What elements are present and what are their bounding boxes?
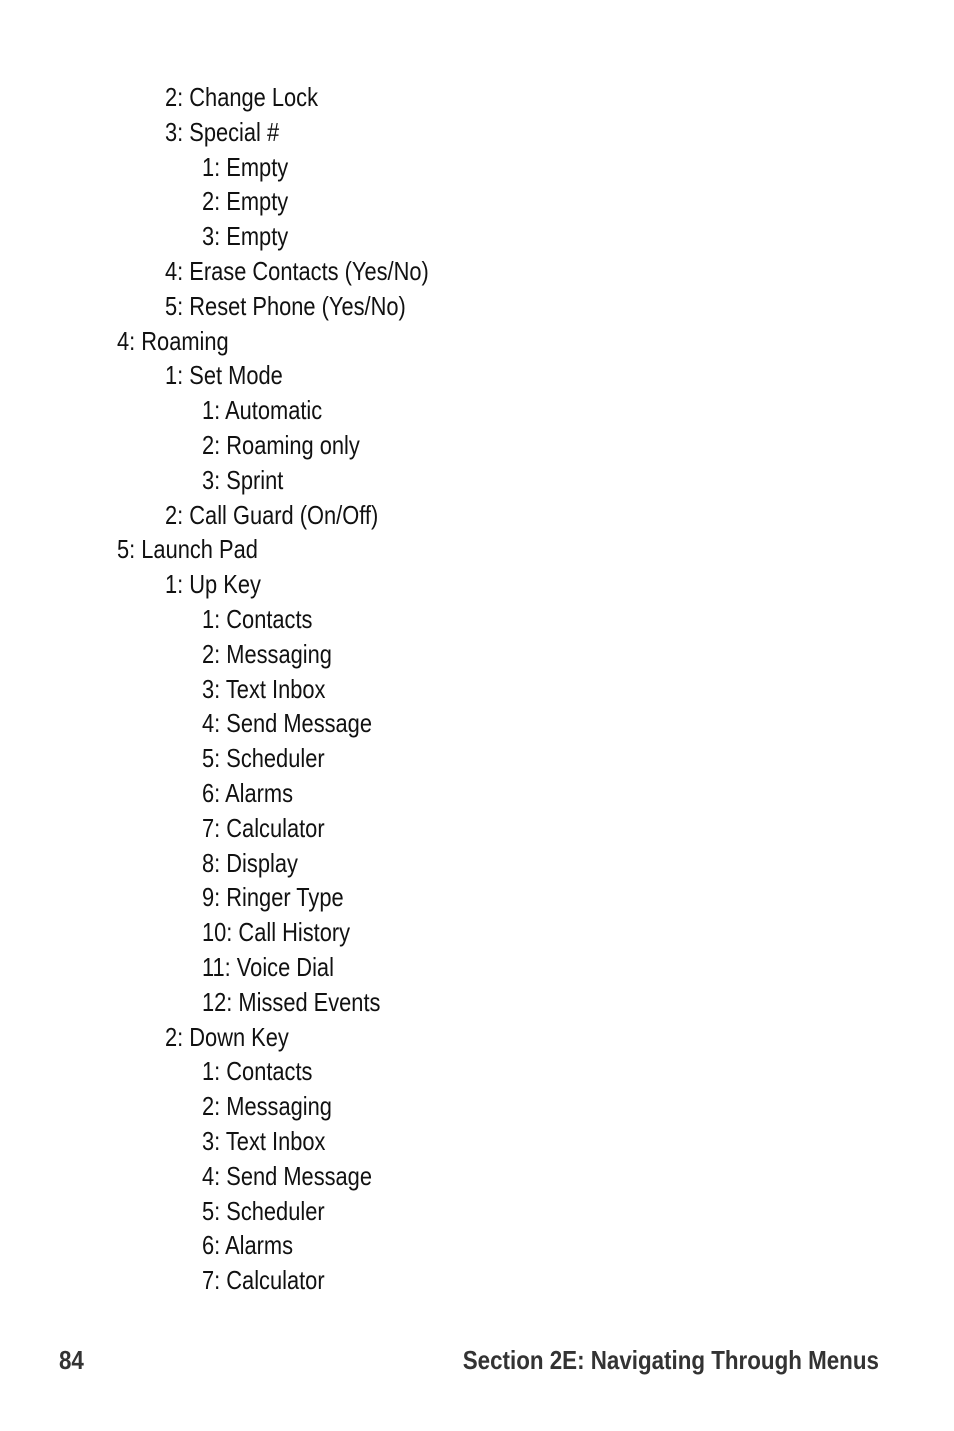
menu-item-label: 9: Ringer Type xyxy=(202,882,344,913)
menu-item-level-3: 9: Ringer Type xyxy=(0,880,954,915)
menu-item-label: 2: Call Guard (On/Off) xyxy=(165,499,379,530)
menu-item-label: 3: Text Inbox xyxy=(202,1125,326,1156)
menu-item-level-2: 4: Erase Contacts (Yes/No) xyxy=(0,254,954,289)
menu-item-level-3: 4: Send Message xyxy=(0,706,954,741)
menu-item-level-3: 2: Messaging xyxy=(0,1089,954,1124)
menu-item-level-3: 1: Automatic xyxy=(0,393,954,428)
menu-item-level-3: 11: Voice Dial xyxy=(0,950,954,985)
menu-item-label: 11: Voice Dial xyxy=(202,951,334,982)
menu-item-label: 7: Calculator xyxy=(202,1265,325,1296)
menu-item-label: 4: Send Message xyxy=(202,1160,372,1191)
menu-item-level-3: 12: Missed Events xyxy=(0,985,954,1020)
menu-item-level-3: 3: Sprint xyxy=(0,463,954,498)
menu-item-level-3: 10: Call History xyxy=(0,915,954,950)
menu-item-level-3: 1: Contacts xyxy=(0,1054,954,1089)
menu-item-label: 8: Display xyxy=(202,847,298,878)
menu-tree-list: 2: Change Lock 3: Special # 1: Empty 2: Emp… xyxy=(0,80,954,1298)
menu-item-label: 10: Call History xyxy=(202,917,351,948)
menu-item-label: 6: Alarms xyxy=(202,777,294,808)
menu-item-label: 4: Erase Contacts (Yes/No) xyxy=(165,255,429,286)
menu-item-label: 4: Roaming xyxy=(117,325,229,356)
menu-item-label: 2: Messaging xyxy=(202,1091,332,1122)
menu-item-level-3: 4: Send Message xyxy=(0,1159,954,1194)
menu-item-level-3: 3: Empty xyxy=(0,219,954,254)
menu-item-label: 1: Automatic xyxy=(202,395,323,426)
menu-item-label: 3: Sprint xyxy=(202,464,284,495)
menu-item-level-3: 5: Scheduler xyxy=(0,1194,954,1229)
menu-item-level-3: 7: Calculator xyxy=(0,1263,954,1298)
page-footer: 84 Section 2E: Navigating Through Menus xyxy=(0,1340,954,1380)
menu-item-level-3: 3: Text Inbox xyxy=(0,1124,954,1159)
menu-item-level-3: 1: Contacts xyxy=(0,602,954,637)
menu-item-label: 7: Calculator xyxy=(202,812,325,843)
section-title: Section 2E: Navigating Through Menus xyxy=(462,1345,879,1375)
menu-item-label: 3: Text Inbox xyxy=(202,673,326,704)
menu-item-label: 6: Alarms xyxy=(202,1230,294,1261)
menu-item-label: 2: Messaging xyxy=(202,638,332,669)
menu-item-level-2: 2: Down Key xyxy=(0,1020,954,1055)
menu-item-level-3: 3: Text Inbox xyxy=(0,672,954,707)
menu-item-label: 2: Down Key xyxy=(165,1021,289,1052)
menu-item-level-2: 5: Reset Phone (Yes/No) xyxy=(0,289,954,324)
menu-item-label: 5: Scheduler xyxy=(202,1195,325,1226)
menu-item-level-1: 5: Launch Pad xyxy=(0,532,954,567)
menu-item-label: 12: Missed Events xyxy=(202,986,381,1017)
menu-item-label: 5: Scheduler xyxy=(202,743,325,774)
menu-item-label: 5: Reset Phone (Yes/No) xyxy=(165,290,406,321)
menu-item-level-2: 2: Change Lock xyxy=(0,80,954,115)
menu-item-label: 1: Contacts xyxy=(202,603,313,634)
menu-item-level-3: 7: Calculator xyxy=(0,811,954,846)
menu-item-level-3: 2: Messaging xyxy=(0,637,954,672)
menu-item-level-3: 2: Empty xyxy=(0,184,954,219)
menu-item-level-3: 8: Display xyxy=(0,846,954,881)
menu-item-label: 2: Roaming only xyxy=(202,429,360,460)
menu-item-level-3: 1: Empty xyxy=(0,150,954,185)
menu-item-level-1: 4: Roaming xyxy=(0,324,954,359)
menu-item-level-2: 1: Up Key xyxy=(0,567,954,602)
menu-item-label: 3: Special # xyxy=(165,116,280,147)
menu-item-level-2: 2: Call Guard (On/Off) xyxy=(0,498,954,533)
menu-item-label: 2: Change Lock xyxy=(165,82,318,112)
menu-item-level-3: 6: Alarms xyxy=(0,776,954,811)
menu-item-label: 3: Empty xyxy=(202,221,289,252)
menu-item-level-2: 3: Special # xyxy=(0,115,954,150)
menu-item-level-2: 1: Set Mode xyxy=(0,358,954,393)
page-number: 84 xyxy=(59,1345,84,1375)
menu-item-label: 1: Empty xyxy=(202,151,289,182)
menu-item-level-3: 2: Roaming only xyxy=(0,428,954,463)
document-page: 2: Change Lock 3: Special # 1: Empty 2: Emp… xyxy=(0,0,954,1431)
menu-item-level-3: 6: Alarms xyxy=(0,1228,954,1263)
menu-item-label: 1: Up Key xyxy=(165,569,261,600)
menu-item-label: 4: Send Message xyxy=(202,708,372,739)
menu-item-label: 1: Contacts xyxy=(202,1056,313,1087)
menu-item-label: 2: Empty xyxy=(202,186,289,217)
menu-item-label: 1: Set Mode xyxy=(165,360,283,391)
menu-item-label: 5: Launch Pad xyxy=(117,534,258,565)
menu-item-level-3: 5: Scheduler xyxy=(0,741,954,776)
